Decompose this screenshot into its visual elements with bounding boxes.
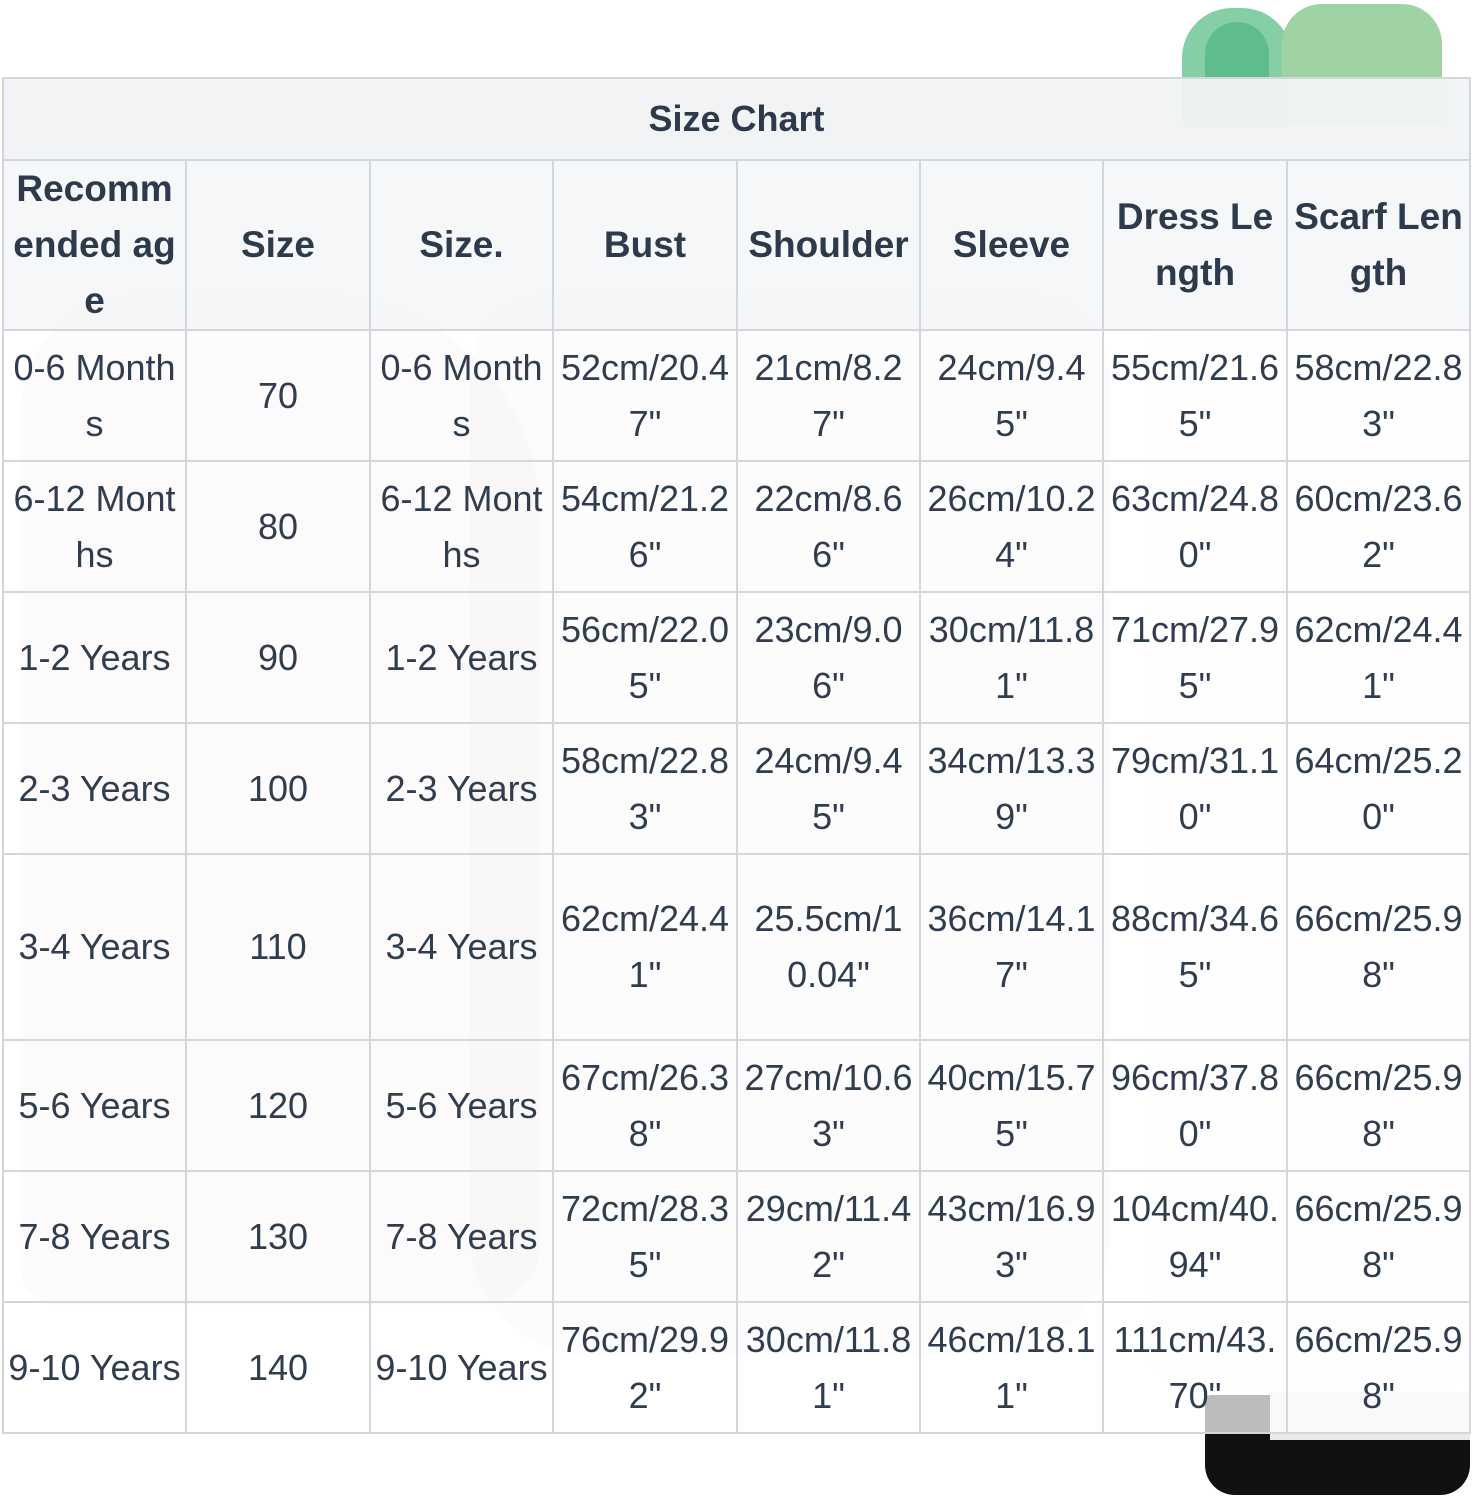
cell-bust: 62cm/24.41" [552, 853, 738, 1041]
header-sleeve: Sleeve [919, 159, 1104, 331]
cell-dress-length: 104cm/40.94" [1102, 1170, 1288, 1303]
cell-bust: 67cm/26.38" [552, 1039, 738, 1172]
header-dress-length: Dress Length [1102, 159, 1288, 331]
cell-scarf-length: 66cm/25.98" [1285, 853, 1472, 1041]
cell-age: 9-10 Years [2, 1301, 187, 1434]
cell-size-label: 6-12 Months [369, 460, 554, 593]
table-row: 0-6 Months 70 0-6 Months 52cm/20.47" 21c… [2, 329, 1472, 462]
header-scarf-length: Scarf Length [1285, 159, 1472, 331]
cell-shoulder: 25.5cm/10.04" [736, 853, 921, 1041]
cell-sleeve: 43cm/16.93" [919, 1170, 1104, 1303]
cell-scarf-length: 66cm/25.98" [1285, 1170, 1472, 1303]
header-size-label: Size. [369, 159, 554, 331]
cell-size-label: 7-8 Years [369, 1170, 554, 1303]
cell-dress-length: 55cm/21.65" [1102, 329, 1288, 462]
table-title: Size Chart [1, 77, 1472, 161]
header-row: Recommended age Size Size. Bust Shoulder… [2, 159, 1472, 331]
table-row: 5-6 Years 120 5-6 Years 67cm/26.38" 27cm… [2, 1039, 1472, 1172]
cell-sleeve: 40cm/15.75" [919, 1039, 1104, 1172]
cell-age: 1-2 Years [2, 591, 187, 724]
cell-age: 3-4 Years [2, 853, 187, 1041]
cell-shoulder: 24cm/9.45" [736, 722, 921, 855]
cell-dress-length: 88cm/34.65" [1102, 853, 1288, 1041]
cell-scarf-length: 58cm/22.83" [1285, 329, 1472, 462]
cell-size: 110 [185, 853, 371, 1041]
header-size: Size [185, 159, 371, 331]
table-row: 2-3 Years 100 2-3 Years 58cm/22.83" 24cm… [2, 722, 1472, 855]
cell-age: 5-6 Years [2, 1039, 187, 1172]
cell-dress-length: 96cm/37.80" [1102, 1039, 1288, 1172]
cell-shoulder: 30cm/11.81" [736, 1301, 921, 1434]
cell-scarf-length: 66cm/25.98" [1285, 1039, 1472, 1172]
cell-shoulder: 21cm/8.27" [736, 329, 921, 462]
header-shoulder: Shoulder [736, 159, 921, 331]
cell-size: 70 [185, 329, 371, 462]
header-bust: Bust [552, 159, 738, 331]
table-row: 1-2 Years 90 1-2 Years 56cm/22.05" 23cm/… [2, 591, 1472, 724]
cell-size: 100 [185, 722, 371, 855]
header-recommended-age: Recommended age [2, 159, 187, 331]
cell-age: 6-12 Months [2, 460, 187, 593]
cell-sleeve: 34cm/13.39" [919, 722, 1104, 855]
cell-sleeve: 46cm/18.11" [919, 1301, 1104, 1434]
cell-bust: 56cm/22.05" [552, 591, 738, 724]
cell-scarf-length: 64cm/25.20" [1285, 722, 1472, 855]
cell-age: 2-3 Years [2, 722, 187, 855]
cell-size: 130 [185, 1170, 371, 1303]
cell-size-label: 1-2 Years [369, 591, 554, 724]
cell-sleeve: 24cm/9.45" [919, 329, 1104, 462]
cell-shoulder: 23cm/9.06" [736, 591, 921, 724]
cell-size-label: 0-6 Months [369, 329, 554, 462]
cell-bust: 52cm/20.47" [552, 329, 738, 462]
table-row: 7-8 Years 130 7-8 Years 72cm/28.35" 29cm… [2, 1170, 1472, 1303]
size-chart-table: Size Chart Recommended age Size Size. Bu… [1, 77, 1472, 1434]
cell-size-label: 9-10 Years [369, 1301, 554, 1434]
cell-sleeve: 26cm/10.24" [919, 460, 1104, 593]
cell-size: 140 [185, 1301, 371, 1434]
cell-dress-length: 63cm/24.80" [1102, 460, 1288, 593]
cell-size-label: 2-3 Years [369, 722, 554, 855]
cell-size-label: 3-4 Years [369, 853, 554, 1041]
cell-sleeve: 36cm/14.17" [919, 853, 1104, 1041]
table-row: 3-4 Years 110 3-4 Years 62cm/24.41" 25.5… [2, 853, 1472, 1041]
cell-bust: 58cm/22.83" [552, 722, 738, 855]
cell-size: 120 [185, 1039, 371, 1172]
cell-size: 80 [185, 460, 371, 593]
cell-scarf-length: 62cm/24.41" [1285, 591, 1472, 724]
cell-shoulder: 22cm/8.66" [736, 460, 921, 593]
cell-dress-length: 79cm/31.10" [1102, 722, 1288, 855]
cell-size-label: 5-6 Years [369, 1039, 554, 1172]
cell-scarf-length: 60cm/23.62" [1285, 460, 1472, 593]
cell-dress-length: 71cm/27.95" [1102, 591, 1288, 724]
cell-bust: 76cm/29.92" [552, 1301, 738, 1434]
cell-size: 90 [185, 591, 371, 724]
table-row: 6-12 Months 80 6-12 Months 54cm/21.26" 2… [2, 460, 1472, 593]
cell-shoulder: 27cm/10.63" [736, 1039, 921, 1172]
cell-age: 0-6 Months [2, 329, 187, 462]
cell-age: 7-8 Years [2, 1170, 187, 1303]
cell-dress-length: 111cm/43.70" [1102, 1301, 1288, 1434]
cell-bust: 72cm/28.35" [552, 1170, 738, 1303]
cell-scarf-length: 66cm/25.98" [1285, 1301, 1472, 1434]
size-chart-page: Size Chart Recommended age Size Size. Bu… [0, 0, 1474, 1500]
cell-shoulder: 29cm/11.42" [736, 1170, 921, 1303]
cell-bust: 54cm/21.26" [552, 460, 738, 593]
cell-sleeve: 30cm/11.81" [919, 591, 1104, 724]
table-row: 9-10 Years 140 9-10 Years 76cm/29.92" 30… [2, 1301, 1472, 1434]
